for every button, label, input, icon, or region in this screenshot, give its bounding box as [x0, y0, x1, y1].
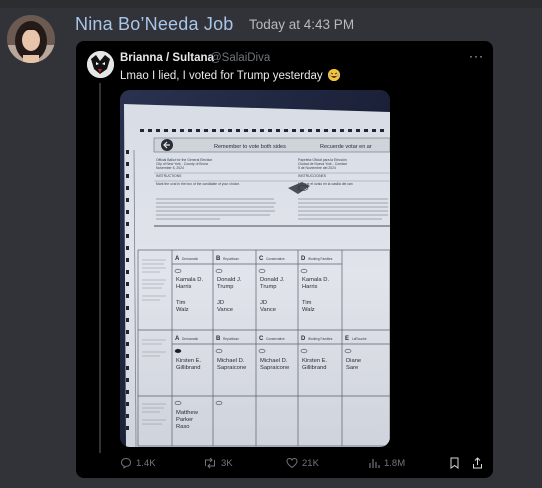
cand-d-pres-2: Harris — [302, 284, 318, 290]
heart-icon — [286, 457, 298, 469]
cand-b-pres-2: Trump — [217, 284, 234, 290]
col-d-letter: D — [301, 256, 306, 262]
share-icon — [473, 457, 482, 469]
cand-a-vp-2: Walz — [176, 307, 189, 313]
row2-candidate-1: Michael D. Sapraicone — [217, 358, 246, 371]
cand-b-vp: JD — [217, 300, 224, 306]
tweet-handle[interactable]: @SalaiDiva — [210, 52, 270, 64]
tweet-author-avatar[interactable] — [87, 51, 114, 78]
bookmark-icon — [450, 457, 459, 469]
instruction-line: Mark the oval in the box of the candidat… — [156, 182, 240, 186]
rolling-on-floor-laughing-emoji — [327, 69, 340, 81]
views-icon — [369, 459, 380, 468]
cand-c-vp: JD — [260, 300, 267, 306]
row2-party-e: LaRouche — [352, 337, 367, 341]
row2-party-a: Democratic — [182, 337, 199, 341]
repost-icon — [205, 457, 215, 469]
instructions-heading-es: INSTRUCCIONES — [298, 174, 327, 178]
row2-party-d: Working Families — [308, 337, 333, 341]
reply-icon — [120, 457, 132, 469]
cand-c-vp-2: Vance — [260, 307, 276, 313]
reply-button[interactable]: 1.4K — [120, 457, 156, 469]
cand-b-pres: Donald J. — [217, 277, 242, 283]
col-a-letter: A — [175, 256, 180, 262]
col-c-party: Conservative — [266, 257, 285, 261]
row2-candidate-0: Kirsten E. Gillibrand — [176, 358, 202, 371]
bookmark-button[interactable] — [449, 457, 460, 469]
tweet-embed[interactable]: Brianna / Sultana @SalaiDiva ··· Lmao I … — [76, 41, 493, 478]
author-avatar[interactable] — [7, 15, 55, 63]
official-es-3: 5 de Noviembre del 2024 — [298, 166, 336, 170]
row2-party-c: Conservative — [266, 337, 285, 341]
more-options-icon[interactable]: ··· — [469, 49, 484, 63]
svg-text:D: D — [301, 336, 306, 342]
cand-c-pres: Donald J. — [260, 277, 285, 283]
col-b-letter: B — [216, 256, 221, 262]
instructions-heading: INSTRUCTIONS — [156, 174, 182, 178]
col-d-party: Working Families — [308, 257, 333, 261]
cand-d-pres: Kamala D. — [302, 277, 329, 283]
svg-text:C: C — [259, 336, 264, 342]
tweet-display-name[interactable]: Brianna / Sultana — [120, 52, 214, 64]
ballot-header: Remember to vote both sides — [214, 144, 286, 150]
views-count: 1.8M — [384, 457, 406, 469]
cand-c-pres-2: Trump — [260, 284, 277, 290]
cand-b-vp-2: Vance — [217, 307, 233, 313]
tweet-actions: 1.4K 3K 21K 1.8M — [76, 456, 493, 474]
share-button[interactable] — [472, 457, 483, 469]
cand-a-pres: Kamala D. — [176, 277, 203, 283]
official-line-3: November 5, 2024 — [156, 166, 184, 170]
author-name[interactable]: Nina Bo’Needa Job — [75, 14, 234, 35]
cand-d-vp: Tim — [302, 300, 312, 306]
repost-count: 3K — [221, 457, 233, 469]
cand-a-vp: Tim — [176, 300, 186, 306]
svg-text:E: E — [345, 336, 349, 342]
like-count: 21K — [302, 457, 319, 469]
top-strip — [0, 0, 542, 8]
svg-text:A: A — [175, 336, 180, 342]
col-c-letter: C — [259, 256, 264, 262]
tweet-text-body: Lmao I lied, I voted for Trump yesterday — [120, 70, 323, 82]
like-button[interactable]: 21K — [286, 457, 319, 469]
cand-a-pres-2: Harris — [176, 284, 192, 290]
row2-candidate-2: Michael D. Sapraicone — [260, 358, 289, 371]
row2-party-b: Republican — [223, 337, 239, 341]
reply-count: 1.4K — [136, 457, 156, 469]
col-b-party: Republican — [223, 257, 239, 261]
tweet-text: Lmao I lied, I voted for Trump yesterday — [120, 69, 340, 82]
row2-candidate-3: Kirsten E. Gillibrand — [302, 358, 328, 371]
ballot-header-es: Recuerde votar en ar — [320, 144, 372, 150]
repost-button[interactable]: 3K — [203, 457, 233, 469]
ballot-photo[interactable]: Remember to vote both sides Recuerde vot… — [120, 90, 390, 447]
svg-text:B: B — [216, 336, 221, 342]
message-timestamp: Today at 4:43 PM — [249, 17, 355, 32]
cand-d-vp-2: Walz — [302, 307, 315, 313]
col-a-party: Democratic — [182, 257, 199, 261]
thread-line — [99, 83, 101, 453]
views-button[interactable]: 1.8M — [368, 457, 405, 469]
